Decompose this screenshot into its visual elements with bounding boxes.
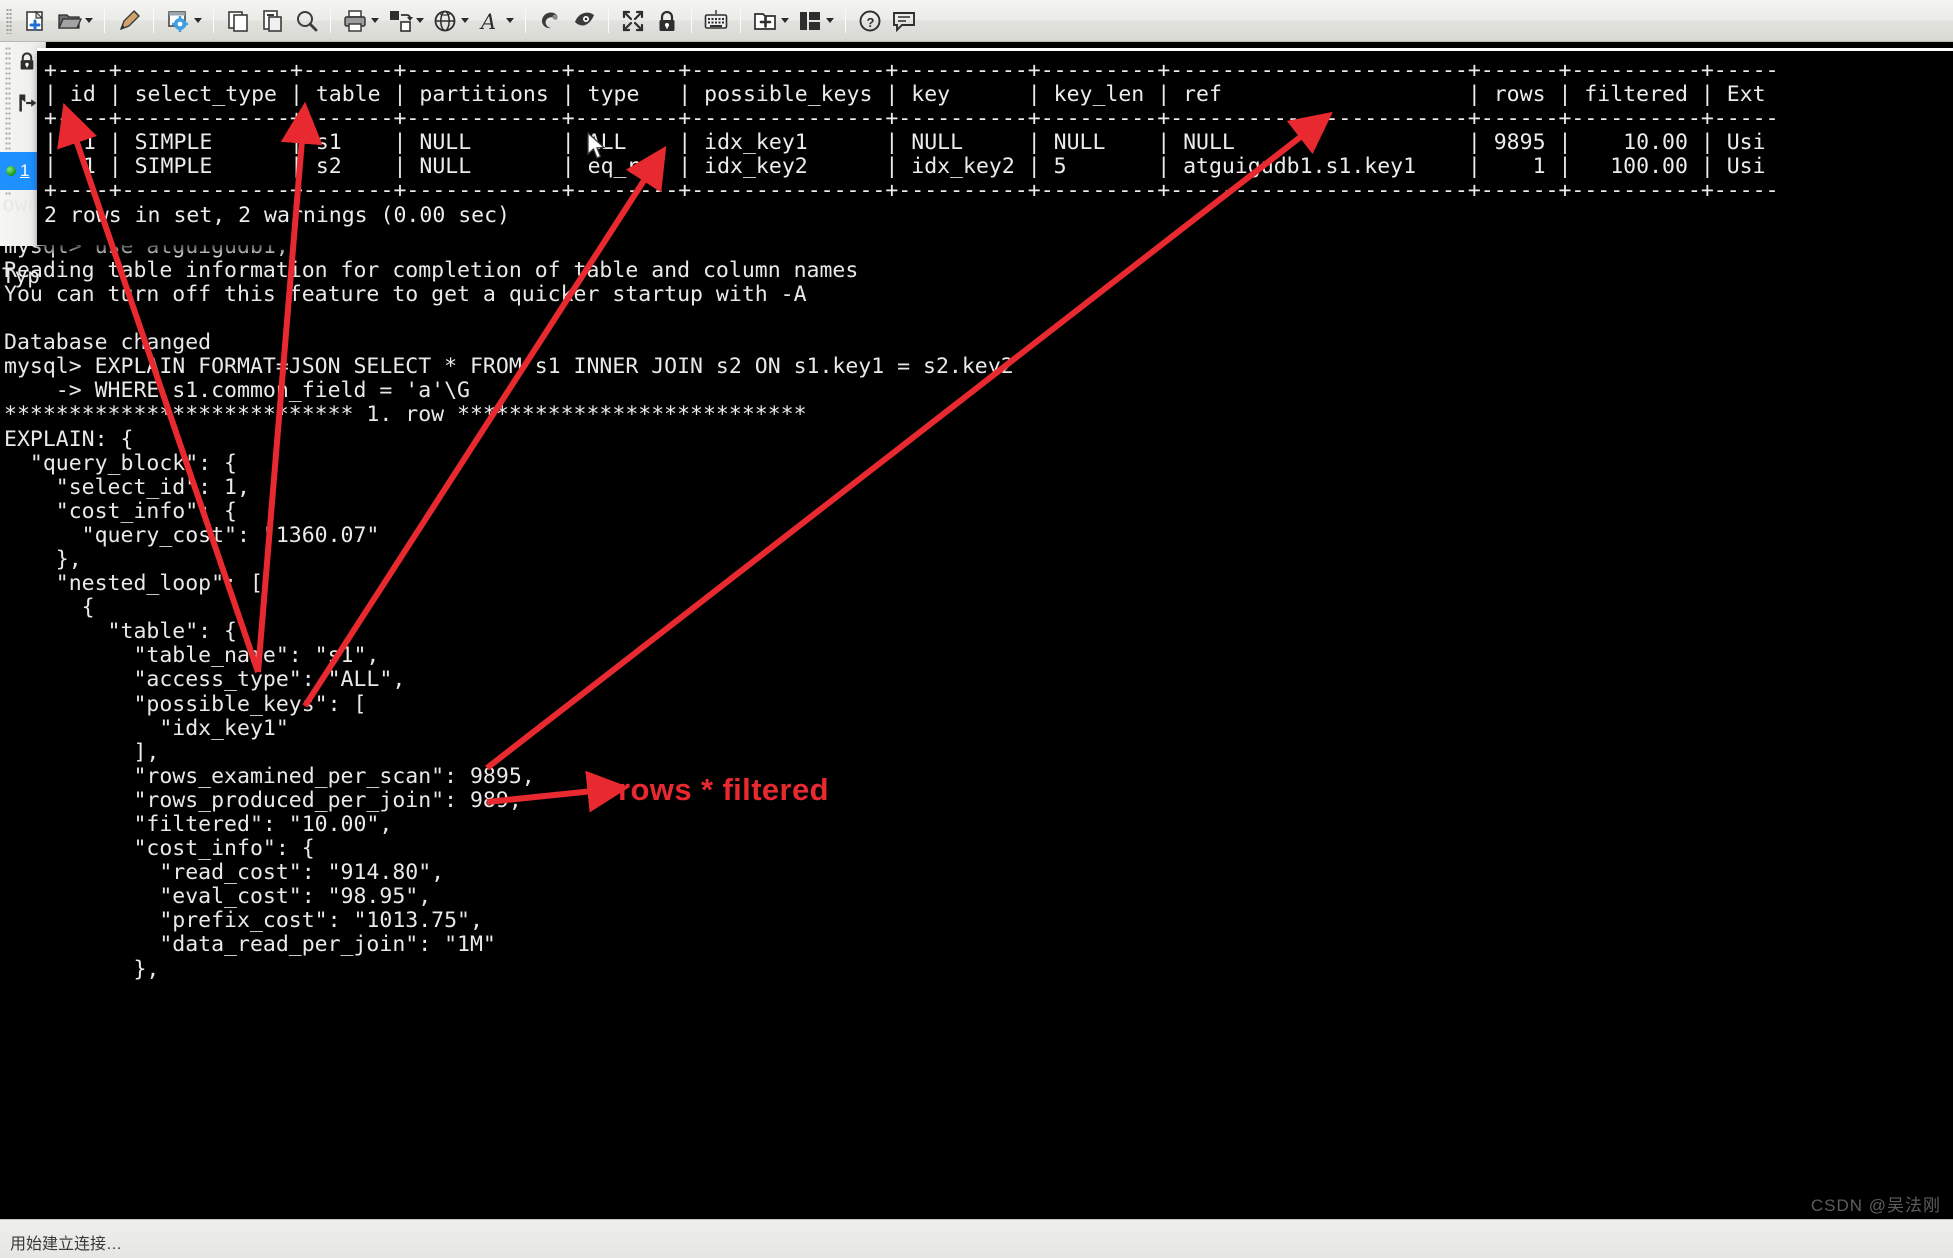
- file-transfer-icon[interactable]: [383, 4, 417, 38]
- status-bar-text: 用始建立连接…: [10, 1236, 123, 1253]
- terminal-line: "cost_info": {: [4, 498, 237, 524]
- session-tab-label: 1: [20, 161, 30, 180]
- toolbar-separator: [691, 8, 692, 33]
- terminal-line: {: [4, 595, 95, 621]
- svg-text:A: A: [479, 10, 496, 34]
- terminal-line: -> WHERE s1.common_field = 'a'\G: [4, 378, 470, 404]
- copy-session-icon[interactable]: [221, 4, 255, 38]
- terminal-line: "table_name": "s1",: [4, 643, 380, 669]
- explain-table-text: +----+-------------+-------+------------…: [44, 58, 1779, 228]
- gutter-word-typ: Typ: [2, 264, 40, 288]
- toolbar-separator: [213, 8, 214, 33]
- keyboard-icon[interactable]: [699, 4, 733, 38]
- gutter-word-own: own: [2, 192, 40, 216]
- terminal-line: },: [4, 956, 160, 982]
- main-toolbar: A ?: [0, 0, 1953, 42]
- terminal-line: | 1 | SIMPLE | s2 | NULL | eq_ref | idx_…: [44, 154, 1766, 180]
- new-file-icon[interactable]: [18, 4, 52, 38]
- toolbar-separator: [104, 8, 105, 33]
- terminal-line: "idx_key1": [4, 715, 289, 741]
- terminal-line: "rows_examined_per_scan": 9895,: [4, 763, 535, 789]
- terminal-line: You can turn off this feature to get a q…: [4, 281, 807, 307]
- terminal-line: | id | select_type | table | partitions …: [44, 82, 1766, 108]
- terminal-line: | 1 | SIMPLE | s1 | NULL | ALL | idx_key…: [44, 130, 1766, 156]
- svg-text:?: ?: [867, 15, 875, 30]
- globe-encoding-icon[interactable]: [428, 4, 462, 38]
- xftp-icon[interactable]: [533, 4, 567, 38]
- toolbar-drag-handle[interactable]: [6, 7, 12, 34]
- toolbar-separator: [153, 8, 154, 33]
- toolbar-separator: [740, 8, 741, 33]
- help-icon[interactable]: ?: [853, 4, 887, 38]
- explain-table-overlay-panel[interactable]: +----+-------------+-------+------------…: [37, 48, 1953, 245]
- xagent-icon[interactable]: [567, 4, 601, 38]
- terminal-line: Reading table information for completion…: [4, 257, 859, 283]
- font-icon[interactable]: A: [473, 4, 507, 38]
- terminal-line: "select_id": 1,: [4, 474, 250, 500]
- terminal-line: "table": {: [4, 619, 237, 645]
- terminal-line: "possible_keys": [: [4, 691, 367, 717]
- terminal-line: Database changed: [4, 330, 212, 356]
- connection-status-dot: [6, 166, 16, 176]
- terminal-line: 2 rows in set, 2 warnings (0.00 sec): [44, 202, 510, 228]
- terminal-line: },: [4, 546, 82, 572]
- terminal-line: "prefix_cost": "1013.75",: [4, 908, 483, 934]
- properties-gear-icon[interactable]: [161, 4, 195, 38]
- toolbar-separator: [845, 8, 846, 33]
- terminal-line: "access_type": "ALL",: [4, 667, 406, 693]
- terminal-line: "eval_cost": "98.95",: [4, 884, 432, 910]
- lock-icon[interactable]: [650, 4, 684, 38]
- terminal-line: "read_cost": "914.80",: [4, 860, 445, 886]
- print-icon[interactable]: [338, 4, 372, 38]
- terminal-line: "cost_info": {: [4, 836, 315, 862]
- annotation-label-rows-filtered: rows * filtered: [618, 772, 829, 807]
- toolbar-separator: [330, 8, 331, 33]
- mouse-cursor: [587, 132, 606, 159]
- find-icon[interactable]: [289, 4, 323, 38]
- terminal-line: ],: [4, 739, 160, 765]
- toolbar-separator: [525, 8, 526, 33]
- toolbar-separator: [608, 8, 609, 33]
- app-window: A ? mysql> use atguigudb1; Reading table…: [0, 0, 1953, 1258]
- terminal-line: "rows_produced_per_join": 989,: [4, 787, 522, 813]
- status-bar: 用始建立连接…: [0, 1219, 1953, 1258]
- terminal-line: +----+-------------+-------+------------…: [44, 106, 1779, 132]
- feedback-icon[interactable]: [887, 4, 921, 38]
- terminal-line: "query_cost": "1360.07": [4, 522, 380, 548]
- csdn-watermark: CSDN @吴法刚: [1810, 1196, 1941, 1215]
- fullscreen-icon[interactable]: [616, 4, 650, 38]
- edit-pencil-icon[interactable]: [112, 4, 146, 38]
- layout-icon[interactable]: [793, 4, 827, 38]
- terminal-line: +----+-------------+-------+------------…: [44, 178, 1779, 204]
- terminal-line: "data_read_per_join": "1M": [4, 932, 496, 958]
- terminal-line: +----+-------------+-------+------------…: [44, 58, 1779, 83]
- terminal-line: "nested_loop": [: [4, 571, 263, 597]
- terminal-line: "filtered": "10.00",: [4, 812, 393, 837]
- terminal-line: *************************** 1. row *****…: [4, 402, 807, 428]
- new-tab-icon[interactable]: [748, 4, 782, 38]
- paste-icon[interactable]: [255, 4, 289, 38]
- open-folder-icon[interactable]: [52, 4, 86, 38]
- terminal-line: "query_block": {: [4, 450, 237, 476]
- terminal-line: EXPLAIN: {: [4, 426, 134, 452]
- terminal-line: mysql> EXPLAIN FORMAT=JSON SELECT * FROM…: [4, 354, 1014, 380]
